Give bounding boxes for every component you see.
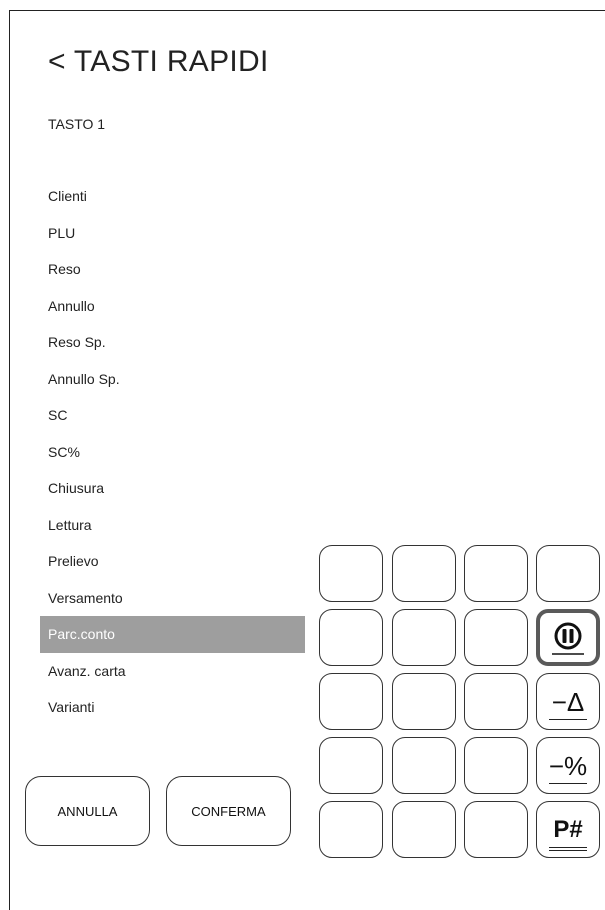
p-hash-icon: P# <box>553 815 583 843</box>
p-hash-key[interactable]: P# <box>536 801 600 858</box>
keypad-key[interactable] <box>464 609 528 666</box>
menu-item-versamento[interactable]: Versamento <box>40 580 305 617</box>
key-underline <box>549 783 587 784</box>
pause-key[interactable] <box>536 609 600 666</box>
keypad-key[interactable] <box>392 609 456 666</box>
menu-item-avanz-carta[interactable]: Avanz. carta <box>40 653 305 690</box>
menu-item-annullo[interactable]: Annullo <box>40 288 305 325</box>
function-list: Clienti PLU Reso Annullo Reso Sp. Annull… <box>40 178 305 726</box>
menu-item-reso[interactable]: Reso <box>40 251 305 288</box>
keypad-key[interactable] <box>319 673 383 730</box>
pause-circle-icon <box>552 622 584 655</box>
menu-item-chiusura[interactable]: Chiusura <box>40 470 305 507</box>
keypad-key[interactable] <box>319 609 383 666</box>
key-underline <box>549 847 587 848</box>
page-subtitle: TASTO 1 <box>48 116 106 132</box>
key-underline <box>549 719 587 720</box>
keypad-key[interactable] <box>319 545 383 602</box>
keypad-key[interactable] <box>392 545 456 602</box>
minus-delta-key[interactable]: −Δ <box>536 673 600 730</box>
keypad-key[interactable] <box>392 673 456 730</box>
menu-item-clienti[interactable]: Clienti <box>40 178 305 215</box>
keypad-key[interactable] <box>392 737 456 794</box>
menu-item-lettura[interactable]: Lettura <box>40 507 305 544</box>
minus-delta-icon: −Δ <box>551 686 585 717</box>
page-title[interactable]: < TASTI RAPIDI <box>48 45 269 79</box>
minus-percent-key[interactable]: −% <box>536 737 600 794</box>
menu-item-prelievo[interactable]: Prelievo <box>40 543 305 580</box>
keypad-key[interactable] <box>319 737 383 794</box>
menu-item-reso-sp[interactable]: Reso Sp. <box>40 324 305 361</box>
key-underline <box>549 850 587 851</box>
menu-item-sc[interactable]: SC <box>40 397 305 434</box>
keypad-key[interactable] <box>536 545 600 602</box>
keypad-key[interactable] <box>319 801 383 858</box>
menu-item-plu[interactable]: PLU <box>40 215 305 252</box>
keypad-key[interactable] <box>464 673 528 730</box>
menu-item-sc-percent[interactable]: SC% <box>40 434 305 471</box>
menu-item-annullo-sp[interactable]: Annullo Sp. <box>40 361 305 398</box>
confirm-button[interactable]: CONFERMA <box>166 776 291 846</box>
minus-percent-icon: −% <box>548 750 588 781</box>
menu-item-parc-conto[interactable]: Parc.conto <box>40 616 305 653</box>
keypad-key[interactable] <box>392 801 456 858</box>
cancel-button[interactable]: ANNULLA <box>25 776 150 846</box>
menu-item-varianti[interactable]: Varianti <box>40 689 305 726</box>
keypad-key[interactable] <box>464 801 528 858</box>
keypad-key[interactable] <box>464 737 528 794</box>
keypad-key[interactable] <box>464 545 528 602</box>
